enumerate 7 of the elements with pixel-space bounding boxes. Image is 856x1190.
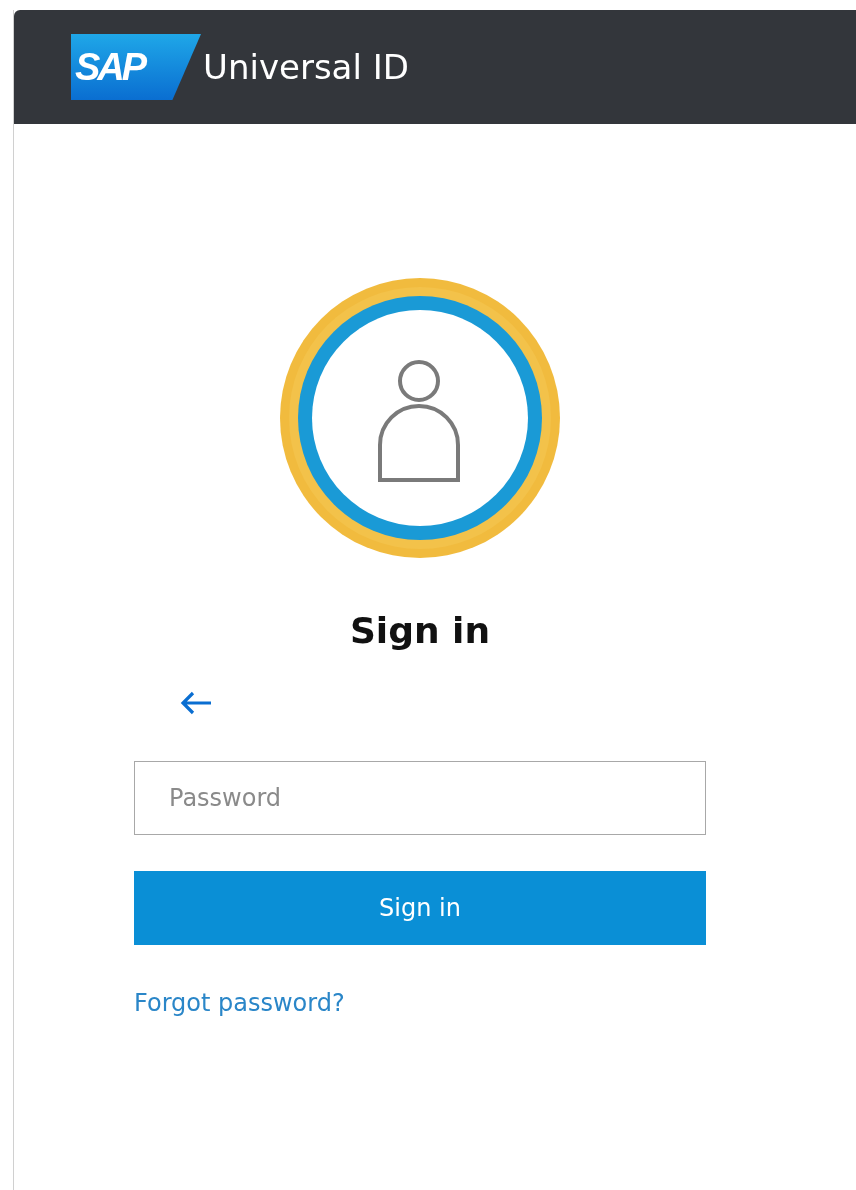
- forgot-password-link[interactable]: Forgot password?: [134, 989, 345, 1017]
- password-field[interactable]: Password: [134, 761, 706, 835]
- back-arrow-icon[interactable]: [179, 691, 213, 715]
- sign-in-button[interactable]: Sign in: [134, 871, 706, 945]
- page-heading: Sign in: [349, 610, 491, 651]
- sap-logo: SAP: [71, 34, 201, 100]
- app-title: Universal ID: [203, 47, 409, 87]
